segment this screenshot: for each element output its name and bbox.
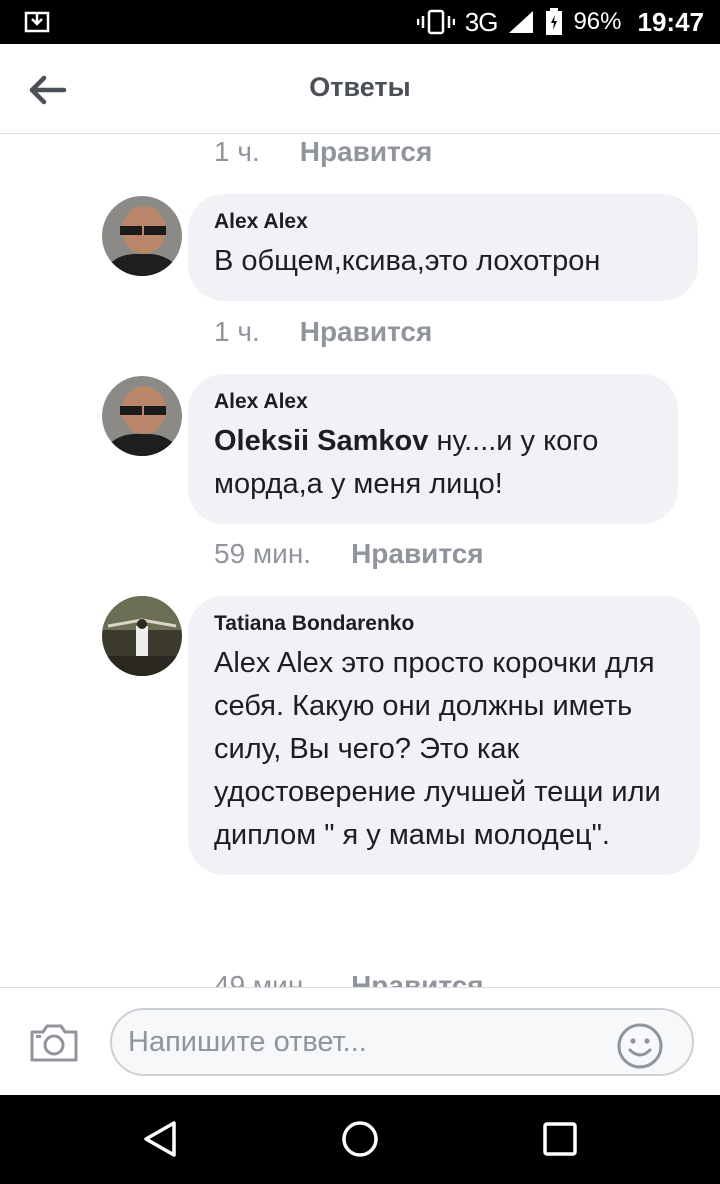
comment-bubble: Alex Alex В общем,ксива,это лохотрон xyxy=(188,194,698,301)
network-type: 3G xyxy=(464,6,499,37)
reply-composer xyxy=(0,987,720,1095)
vibrate-icon xyxy=(416,9,455,35)
system-nav-bar xyxy=(0,1095,720,1184)
avatar[interactable] xyxy=(102,596,182,676)
comment-bubble: Tatiana Bondarenko Alex Alex это просто … xyxy=(188,596,700,875)
clock: 19:47 xyxy=(637,6,705,37)
screenshot-icon xyxy=(24,11,50,33)
mention-link[interactable]: Oleksii Samkov xyxy=(214,425,428,457)
signal-icon xyxy=(509,11,534,33)
comment-author[interactable]: Tatiana Bondarenko xyxy=(214,612,674,636)
page-title: Ответы xyxy=(309,72,411,102)
comment-text: Alex Alex это просто корочки для себя. К… xyxy=(214,647,661,851)
comment-author[interactable]: Alex Alex xyxy=(214,210,672,234)
status-bar: 3G 96% 19:47 xyxy=(0,0,720,44)
replies-list[interactable]: 1 ч. Нравится Alex Alex В общем,ксива,эт… xyxy=(0,134,720,987)
app-header: Ответы xyxy=(0,44,720,134)
like-button[interactable]: Нравится xyxy=(351,970,484,987)
camera-icon[interactable] xyxy=(28,1022,80,1064)
comment-author[interactable]: Alex Alex xyxy=(214,390,652,414)
reply-input[interactable] xyxy=(110,1008,694,1076)
like-button[interactable]: Нравится xyxy=(351,538,484,570)
avatar[interactable] xyxy=(102,376,182,456)
emoji-icon[interactable] xyxy=(616,1022,664,1070)
comment-time: 1 ч. xyxy=(214,316,260,347)
comment-text: В общем,ксива,это лохотрон xyxy=(214,245,601,277)
battery-icon xyxy=(546,8,563,35)
like-button[interactable]: Нравится xyxy=(300,316,433,348)
avatar[interactable] xyxy=(102,196,182,276)
battery-level: 96% xyxy=(573,8,622,35)
comment-meta: 1 ч. Нравится xyxy=(214,134,432,172)
comment-time: 59 мин. xyxy=(214,538,312,569)
like-button[interactable]: Нравится xyxy=(300,136,433,168)
nav-home-icon[interactable] xyxy=(338,1117,382,1161)
comment-meta: 59 мин. Нравится xyxy=(214,534,484,574)
comment-meta: 49 мин. Нравится xyxy=(214,966,484,987)
comment-time: 1 ч. xyxy=(214,136,260,167)
comment-bubble: Alex Alex Oleksii Samkov ну....и у кого … xyxy=(188,374,678,524)
comment-meta: 1 ч. Нравится xyxy=(214,312,432,352)
comment-text: Oleksii Samkov ну....и у кого морда,а у … xyxy=(214,420,652,506)
comment-time: 49 мин. xyxy=(214,970,312,987)
nav-back-icon[interactable] xyxy=(138,1117,182,1161)
nav-recents-icon[interactable] xyxy=(538,1117,582,1161)
